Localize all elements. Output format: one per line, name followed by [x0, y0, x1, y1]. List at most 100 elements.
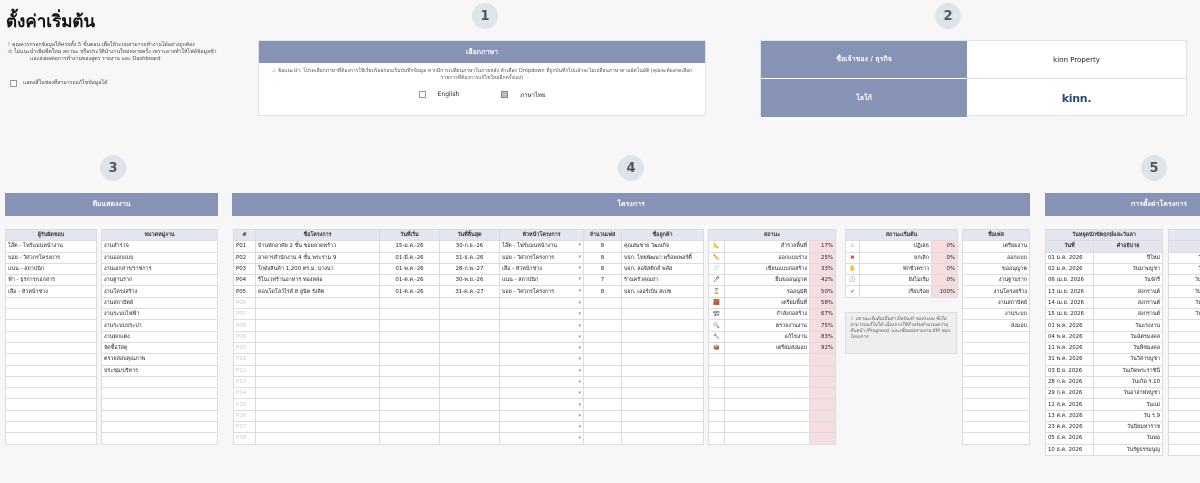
phase-cell[interactable]: [962, 341, 1030, 355]
holiday-desc[interactable]: วัน ร.9: [1092, 409, 1164, 423]
project-client-cell[interactable]: [621, 421, 704, 434]
project-end-cell[interactable]: [439, 353, 500, 366]
category-cell[interactable]: [101, 375, 218, 389]
project-phases-cell[interactable]: 8: [583, 285, 622, 298]
project-phases-cell[interactable]: 8: [583, 262, 622, 276]
owner-cell[interactable]: [5, 375, 97, 389]
project-lead-cell[interactable]: ▾: [499, 375, 584, 389]
owner-cell[interactable]: [5, 432, 97, 445]
dropdown-arrow-icon[interactable]: ▾: [578, 311, 581, 317]
phase-cell[interactable]: ส่งมอบ: [962, 319, 1030, 332]
project-client-cell[interactable]: บจก. ลอจิสติกส์ พลัส: [621, 262, 704, 276]
project-start-cell[interactable]: 15-ม.ค.-26: [379, 240, 440, 253]
holiday-date[interactable]: 15 เม.ย. 2026: [1045, 308, 1094, 321]
phase-cell[interactable]: [962, 432, 1030, 445]
project-name-cell[interactable]: [255, 296, 380, 310]
project-lead-cell[interactable]: แนน - สถาปนิก ▾: [499, 274, 584, 287]
holiday-date[interactable]: 23 ต.ค. 2026: [1045, 421, 1094, 434]
dropdown-arrow-icon[interactable]: ▾: [578, 288, 581, 294]
category-cell[interactable]: งานตกแต่ง: [101, 330, 218, 343]
dropdown-arrow-icon[interactable]: ▾: [578, 265, 581, 271]
dropdown-arrow-icon[interactable]: ▾: [578, 402, 581, 408]
status-label[interactable]: กำลังก่อสร้าง: [724, 308, 810, 321]
dropdown-arrow-icon[interactable]: ▾: [578, 368, 581, 374]
status-label[interactable]: เตรียมส่งมอบ: [724, 341, 810, 355]
category-cell[interactable]: [101, 409, 218, 423]
leave-cell[interactable]: วัน: [1168, 262, 1200, 276]
holiday-desc[interactable]: วันรัฐธรรมนูญ: [1092, 443, 1164, 456]
status-label[interactable]: ตรวจงานงาน: [724, 319, 810, 332]
project-client-cell[interactable]: [621, 375, 704, 389]
project-lead-cell[interactable]: ▾: [499, 296, 584, 310]
holiday-desc[interactable]: วันพืชมงคล: [1092, 341, 1164, 355]
status-label[interactable]: [724, 398, 810, 411]
dropdown-arrow-icon[interactable]: ▾: [578, 345, 581, 351]
phase-cell[interactable]: งานโครงสร้าง: [962, 285, 1030, 298]
project-client-cell[interactable]: [621, 296, 704, 310]
thai-checkbox[interactable]: [501, 91, 509, 98]
project-phases-cell[interactable]: [583, 364, 622, 377]
project-end-cell[interactable]: [439, 387, 500, 400]
leave-cell[interactable]: วัน: [1168, 251, 1200, 264]
status-label[interactable]: [724, 432, 810, 445]
holiday-date[interactable]: 01 พ.ค. 2026: [1045, 319, 1094, 332]
project-end-cell[interactable]: 31-ธ.ค.-26: [439, 251, 500, 264]
leave-cell[interactable]: [1168, 341, 1200, 355]
project-lead-cell[interactable]: ▾: [499, 421, 584, 434]
status-label[interactable]: เขียนแบบก่อสร้าง: [724, 262, 810, 276]
project-lead-cell[interactable]: ▾: [499, 341, 584, 355]
phase-cell[interactable]: [962, 387, 1030, 400]
owner-cell[interactable]: แนน - สถาปนิก: [5, 262, 97, 276]
holiday-date[interactable]: 29 ก.ค. 2026: [1045, 387, 1094, 400]
dropdown-arrow-icon[interactable]: ▾: [578, 300, 581, 306]
project-name-cell[interactable]: [255, 353, 380, 366]
project-lead-cell[interactable]: ▾: [499, 432, 584, 445]
project-start-cell[interactable]: [379, 319, 440, 332]
project-phases-cell[interactable]: 8: [583, 240, 622, 253]
holiday-desc[interactable]: วันพ่อ: [1092, 432, 1164, 445]
project-client-cell[interactable]: บจก. ไทยพัฒนา พร็อพเพอร์ตี้: [621, 251, 704, 264]
holiday-date[interactable]: 05 ธ.ค. 2026: [1045, 432, 1094, 445]
project-end-cell[interactable]: 30-ก.ย.-26: [439, 240, 500, 253]
holiday-date[interactable]: 13 ต.ค. 2026: [1045, 409, 1094, 423]
status-label[interactable]: [724, 387, 810, 400]
category-cell[interactable]: งานระบบประปา: [101, 319, 218, 332]
dropdown-arrow-icon[interactable]: ▾: [578, 242, 581, 248]
holiday-date[interactable]: 06 เม.ย. 2026: [1045, 274, 1094, 287]
holiday-desc[interactable]: วันแม่: [1092, 398, 1164, 411]
leave-cell[interactable]: [1168, 398, 1200, 411]
leave-cell[interactable]: [1168, 375, 1200, 389]
owner-cell[interactable]: [5, 387, 97, 400]
highlight-checkbox[interactable]: [10, 80, 17, 87]
holiday-date[interactable]: 13 เม.ย. 2026: [1045, 285, 1094, 298]
project-start-cell[interactable]: [379, 432, 440, 445]
owner-cell[interactable]: [5, 409, 97, 423]
project-name-cell[interactable]: [255, 421, 380, 434]
leave-cell[interactable]: [1168, 330, 1200, 343]
category-cell[interactable]: [101, 398, 218, 411]
project-start-cell[interactable]: [379, 353, 440, 366]
project-name-cell[interactable]: โกดังสินค้า 1,200 ตร.ม. บางนา: [255, 262, 380, 276]
category-cell[interactable]: จัดซื้อวัสดุ: [101, 341, 218, 355]
project-end-cell[interactable]: [439, 308, 500, 321]
english-checkbox[interactable]: [418, 91, 426, 98]
holiday-desc[interactable]: วันฉัตรมงคล: [1092, 330, 1164, 343]
project-end-cell[interactable]: 28-ก.พ.-27: [439, 262, 500, 276]
phase-cell[interactable]: [962, 375, 1030, 389]
status-label[interactable]: สำรวจพื้นที่: [724, 240, 810, 253]
holiday-date[interactable]: 31 พ.ค. 2026: [1045, 353, 1094, 366]
project-name-cell[interactable]: คอนโดโลว์ไรส์ 8 ยูนิต รังสิต: [255, 285, 380, 298]
project-name-cell[interactable]: [255, 364, 380, 377]
holiday-desc[interactable]: วันแรงงาน: [1092, 319, 1164, 332]
project-name-cell[interactable]: [255, 409, 380, 423]
project-phases-cell[interactable]: [583, 409, 622, 423]
leave-cell[interactable]: [1168, 421, 1200, 434]
project-name-cell[interactable]: [255, 387, 380, 400]
category-cell[interactable]: [101, 421, 218, 434]
holiday-date[interactable]: 28 ก.ค. 2026: [1045, 375, 1094, 389]
phase-cell[interactable]: ออกแบบ: [962, 251, 1030, 264]
project-start-cell[interactable]: 01-ต.ค.-26: [379, 274, 440, 287]
project-start-cell[interactable]: [379, 341, 440, 355]
leave-cell[interactable]: [1168, 364, 1200, 377]
owner-name-value[interactable]: kinn Property: [967, 41, 1186, 79]
